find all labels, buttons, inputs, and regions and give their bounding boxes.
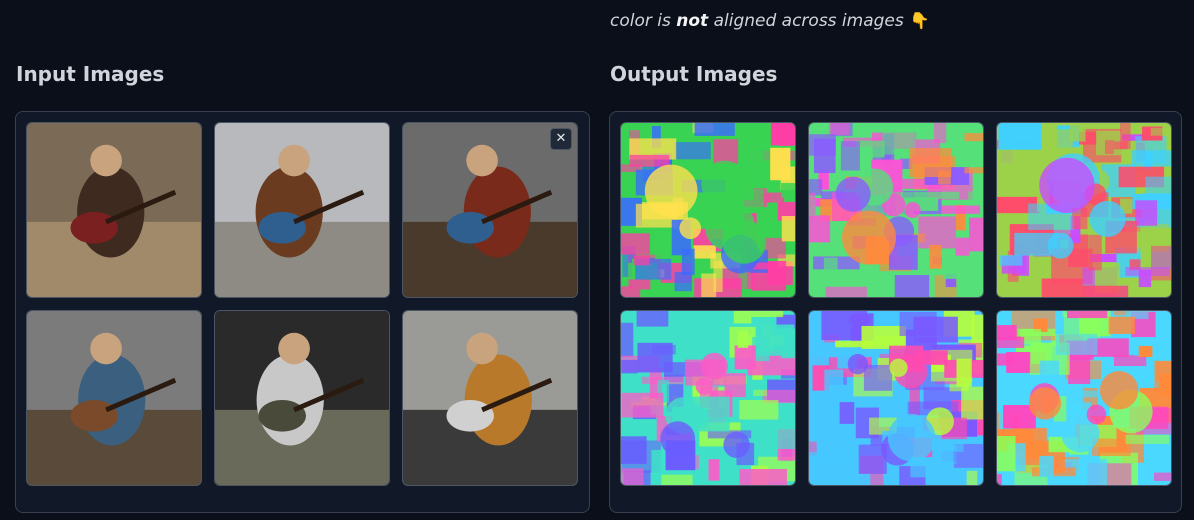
close-icon[interactable]: ✕ [550,128,572,150]
output-images-title: Output Images [610,62,778,86]
output-image-2[interactable] [808,122,984,298]
input-image-4[interactable] [26,310,202,486]
pointing-down-icon: 👇 [909,11,930,30]
note-prefix: color is [610,11,677,31]
output-images-gallery [609,111,1182,513]
output-image-5[interactable] [808,310,984,486]
output-image-1[interactable] [620,122,796,298]
output-image-6[interactable] [996,310,1172,486]
note-emphasis: not [676,11,709,31]
input-image-5[interactable] [214,310,390,486]
output-image-3[interactable] [996,122,1172,298]
input-images-gallery: ✕ [15,111,590,513]
input-image-1[interactable] [26,122,202,298]
input-image-2[interactable] [214,122,390,298]
note-suffix: aligned across images [708,11,904,31]
input-image-6[interactable] [402,310,578,486]
input-images-title: Input Images [16,62,165,86]
output-image-4[interactable] [620,310,796,486]
color-alignment-note: color is not aligned across images 👇 [610,11,930,31]
